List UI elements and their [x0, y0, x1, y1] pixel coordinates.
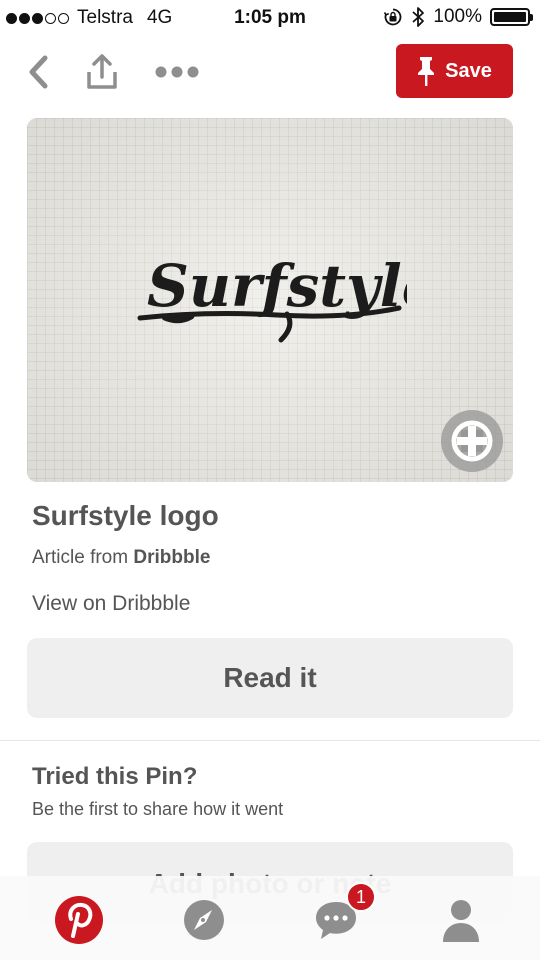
- bluetooth-icon: [412, 7, 425, 27]
- pin-source: Article from Dribbble: [32, 547, 210, 569]
- chevron-left-icon: [29, 55, 48, 89]
- pushpin-icon: [418, 57, 435, 86]
- source-prefix: Article from: [32, 547, 129, 568]
- notification-badge: 1: [346, 882, 376, 912]
- rotation-lock-icon: [384, 8, 402, 26]
- pinterest-logo-icon: [55, 896, 103, 944]
- person-icon: [443, 900, 479, 942]
- tab-home[interactable]: [53, 894, 105, 946]
- more-dots-icon: [155, 66, 199, 78]
- toolbar: Save: [0, 40, 540, 102]
- source-name[interactable]: Dribbble: [133, 547, 210, 568]
- battery-icon: [490, 8, 533, 26]
- save-button[interactable]: Save: [396, 44, 513, 98]
- tab-explore[interactable]: [178, 894, 230, 946]
- surfstyle-logo-artwork: Surfstyle: [137, 252, 407, 343]
- share-button[interactable]: [80, 50, 124, 94]
- status-right: 100%: [383, 6, 533, 28]
- tab-messages[interactable]: 1: [310, 882, 376, 946]
- visual-search-icon: [451, 420, 493, 462]
- tab-bar: 1: [0, 876, 540, 960]
- save-label: Save: [445, 59, 492, 82]
- tried-pin-subtitle: Be the first to share how it went: [32, 799, 284, 819]
- more-button[interactable]: [155, 50, 199, 94]
- logo-text: Surfstyle: [147, 252, 407, 320]
- read-it-button[interactable]: Read it: [27, 638, 513, 718]
- view-on-source-link[interactable]: View on Dribbble: [32, 592, 190, 616]
- share-icon: [87, 54, 117, 89]
- status-bar: Telstra 4G 1:05 pm 100%: [0, 0, 540, 36]
- section-divider: [0, 740, 540, 741]
- pin-image[interactable]: Surfstyle: [27, 118, 513, 482]
- battery-percent: 100%: [433, 6, 482, 27]
- back-button[interactable]: [16, 50, 60, 94]
- tried-pin-heading: Tried this Pin?: [32, 763, 198, 790]
- compass-icon: [184, 900, 224, 940]
- tab-profile[interactable]: [435, 894, 487, 946]
- visual-search-button[interactable]: [441, 410, 503, 472]
- pin-title: Surfstyle logo: [32, 500, 219, 531]
